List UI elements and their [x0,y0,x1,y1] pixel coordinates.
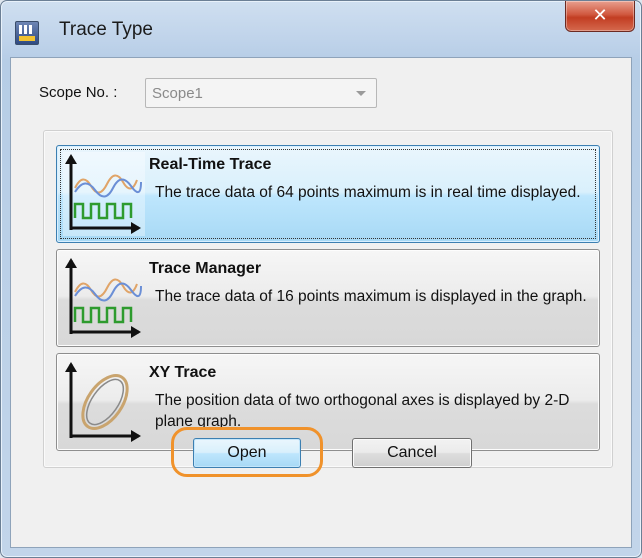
chevron-down-icon [356,91,366,96]
real-time-trace-description: The trace data of 64 points maximum is i… [155,184,581,201]
cancel-button[interactable]: Cancel [352,438,472,468]
trace-manager-icon [65,258,142,338]
dialog-body: Scope No. : Scope1 Real-Time Trace The t… [10,57,632,548]
trace-manager-description: The trace data of 16 points maximum is d… [155,288,587,305]
xy-trace-title: XY Trace [149,364,217,381]
trace-type-dialog: Trace Type ✕ Scope No. : Scope1 Real-Tim… [0,0,642,558]
open-button-highlight [171,427,323,477]
close-icon: ✕ [592,5,608,25]
xy-trace-icon [65,362,141,442]
close-button[interactable]: ✕ [565,1,635,32]
app-icon [15,21,39,45]
title-bar[interactable]: Trace Type ✕ [1,1,641,53]
trace-type-group: Real-Time Trace The trace data of 64 poi… [43,130,613,468]
xy-trace-option[interactable]: XY Trace The position data of two orthog… [56,353,600,451]
trace-manager-option[interactable]: Trace Manager The trace data of 16 point… [56,249,600,347]
xy-trace-description: The position data of two orthogonal axes… [155,392,570,430]
trace-manager-title: Trace Manager [149,260,262,277]
realtime-trace-icon [63,152,145,236]
window-title: Trace Type [59,19,153,40]
real-time-trace-title: Real-Time Trace [149,156,272,173]
scope-number-dropdown[interactable]: Scope1 [145,78,377,108]
scope-number-label: Scope No. : [39,84,118,101]
real-time-trace-option[interactable]: Real-Time Trace The trace data of 64 poi… [56,145,600,243]
scope-number-value: Scope1 [152,85,203,102]
